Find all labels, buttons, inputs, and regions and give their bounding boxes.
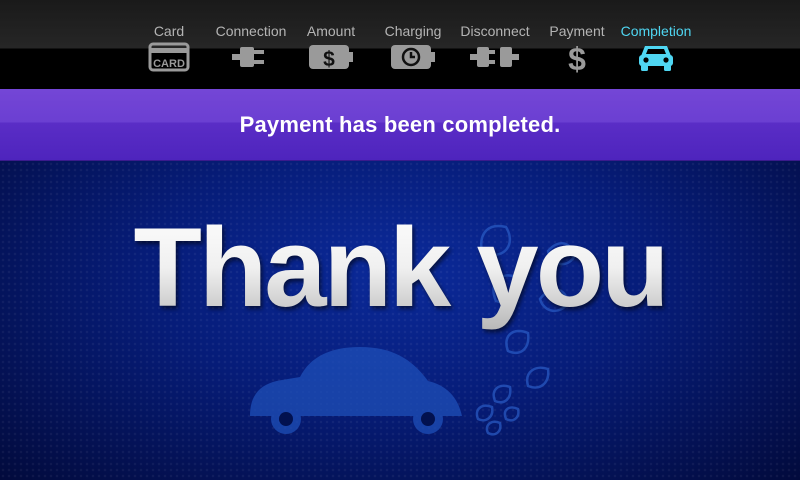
step-payment: Payment $	[532, 0, 622, 89]
step-charging: Charging	[368, 0, 458, 89]
step-completion-label: Completion	[620, 23, 692, 39]
step-connection-label: Connection	[215, 23, 287, 39]
step-connection: Connection	[206, 0, 296, 89]
step-disconnect: Disconnect	[450, 0, 540, 89]
svg-text:CARD: CARD	[153, 58, 185, 70]
plug-icon	[232, 47, 264, 67]
step-card: Card CARD	[124, 0, 214, 89]
thank-you-panel: Thank you	[0, 161, 800, 480]
battery-clock-icon	[391, 45, 435, 69]
progress-step-bar: Card CARD Connection Amount $ Charging D…	[0, 0, 800, 89]
unplug-icon	[470, 47, 519, 67]
dollar-icon: $	[568, 42, 586, 74]
step-charging-label: Charging	[384, 23, 442, 39]
svg-text:$: $	[323, 48, 335, 71]
card-icon: CARD	[148, 42, 190, 72]
step-amount-label: Amount	[306, 23, 356, 39]
status-banner: Payment has been completed.	[0, 89, 800, 161]
step-card-label: Card	[153, 23, 185, 39]
payment-completed-message: Payment has been completed.	[239, 112, 561, 137]
car-icon	[639, 46, 673, 71]
step-disconnect-label: Disconnect	[460, 23, 530, 39]
step-payment-label: Payment	[549, 23, 605, 39]
step-completion: Completion	[611, 0, 701, 89]
svg-text:$: $	[568, 42, 586, 74]
step-amount: Amount $	[286, 0, 376, 89]
thank-you-headline: Thank you	[0, 203, 800, 332]
battery-dollar-icon: $	[309, 45, 353, 71]
